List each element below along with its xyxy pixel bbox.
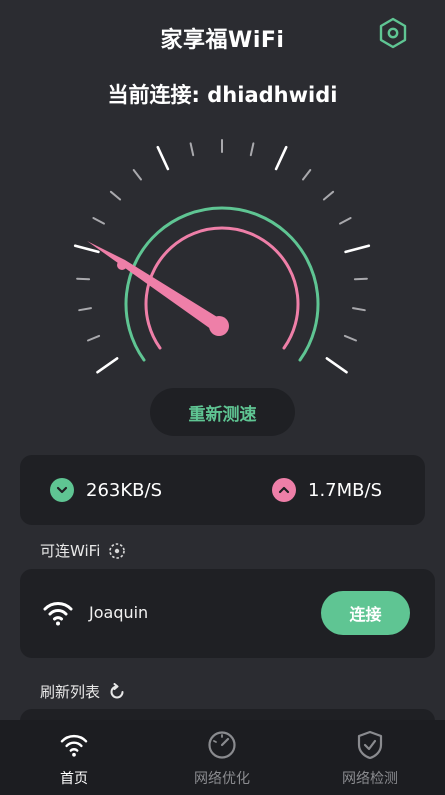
gauge-ticks (73, 139, 371, 374)
gauge-tick (353, 277, 368, 281)
download-speed: 263KB/S (50, 455, 162, 525)
bottom-navigation: 首页 网络优化 网络检测 (0, 720, 445, 795)
gauge-tick (274, 145, 288, 171)
speed-gauge (73, 139, 371, 374)
gauge-tick (78, 307, 92, 312)
available-wifi-text: 可连WiFi (40, 542, 101, 560)
gauge-tick (302, 169, 312, 181)
app-header: 家享福WiFi (0, 0, 445, 70)
gauge-needle-hub (209, 316, 229, 336)
scanning-icon (108, 542, 126, 560)
gauge-tick (322, 190, 335, 201)
chevron-up-circle-icon (272, 478, 296, 502)
connect-button[interactable]: 连接 (321, 591, 410, 635)
connection-prefix: 当前连接: (107, 83, 200, 107)
gauge-tick (109, 190, 122, 201)
wifi-network-name: Joaquin (89, 603, 149, 622)
wifi-icon (42, 599, 74, 631)
gauge-needle-joint (117, 260, 127, 270)
gauge-tick (92, 217, 105, 225)
gauge-tick (249, 142, 255, 157)
upload-speed-value: 1.7MB/S (308, 479, 382, 501)
connection-ssid: dhiadhwidi (207, 83, 338, 107)
gauge-tick (156, 145, 170, 171)
shield-check-icon (356, 730, 384, 760)
speed-card: 263KB/S 1.7MB/S (20, 455, 425, 525)
nav-check[interactable]: 网络检测 (296, 720, 444, 795)
nav-check-label: 网络检测 (342, 771, 398, 787)
speedometer-icon (207, 730, 237, 760)
nav-optimize-label: 网络优化 (194, 771, 250, 787)
refresh-list-button[interactable]: 刷新列表 (40, 681, 126, 702)
gauge-tick (87, 334, 101, 342)
wifi-icon (59, 730, 89, 760)
nav-optimize[interactable]: 网络优化 (148, 720, 296, 795)
available-wifi-label: 可连WiFi (40, 540, 126, 561)
gauge-tick (339, 217, 352, 225)
nav-home[interactable]: 首页 (0, 720, 148, 795)
gauge-tick (352, 307, 366, 312)
refresh-list-text: 刷新列表 (40, 683, 101, 701)
nav-home-label: 首页 (60, 771, 88, 787)
chevron-down-circle-icon (50, 478, 74, 502)
current-connection: 当前连接: dhiadhwidi (0, 79, 445, 109)
gauge-tick (76, 277, 91, 281)
hexagon-gear-icon (379, 17, 407, 49)
gauge-needle (87, 241, 222, 332)
gauge-tick (325, 357, 348, 374)
settings-button[interactable] (376, 16, 410, 50)
gauge-tick (96, 357, 119, 374)
gauge-tick (343, 334, 357, 342)
upload-speed: 1.7MB/S (272, 455, 382, 525)
refresh-icon (108, 682, 126, 701)
gauge-tick (189, 142, 195, 157)
retest-button[interactable]: 重新测速 (150, 388, 295, 436)
download-speed-value: 263KB/S (86, 479, 162, 501)
gauge-tick (344, 244, 371, 254)
gauge-tick (132, 169, 142, 181)
wifi-network-item[interactable]: Joaquin 连接 (20, 569, 435, 658)
